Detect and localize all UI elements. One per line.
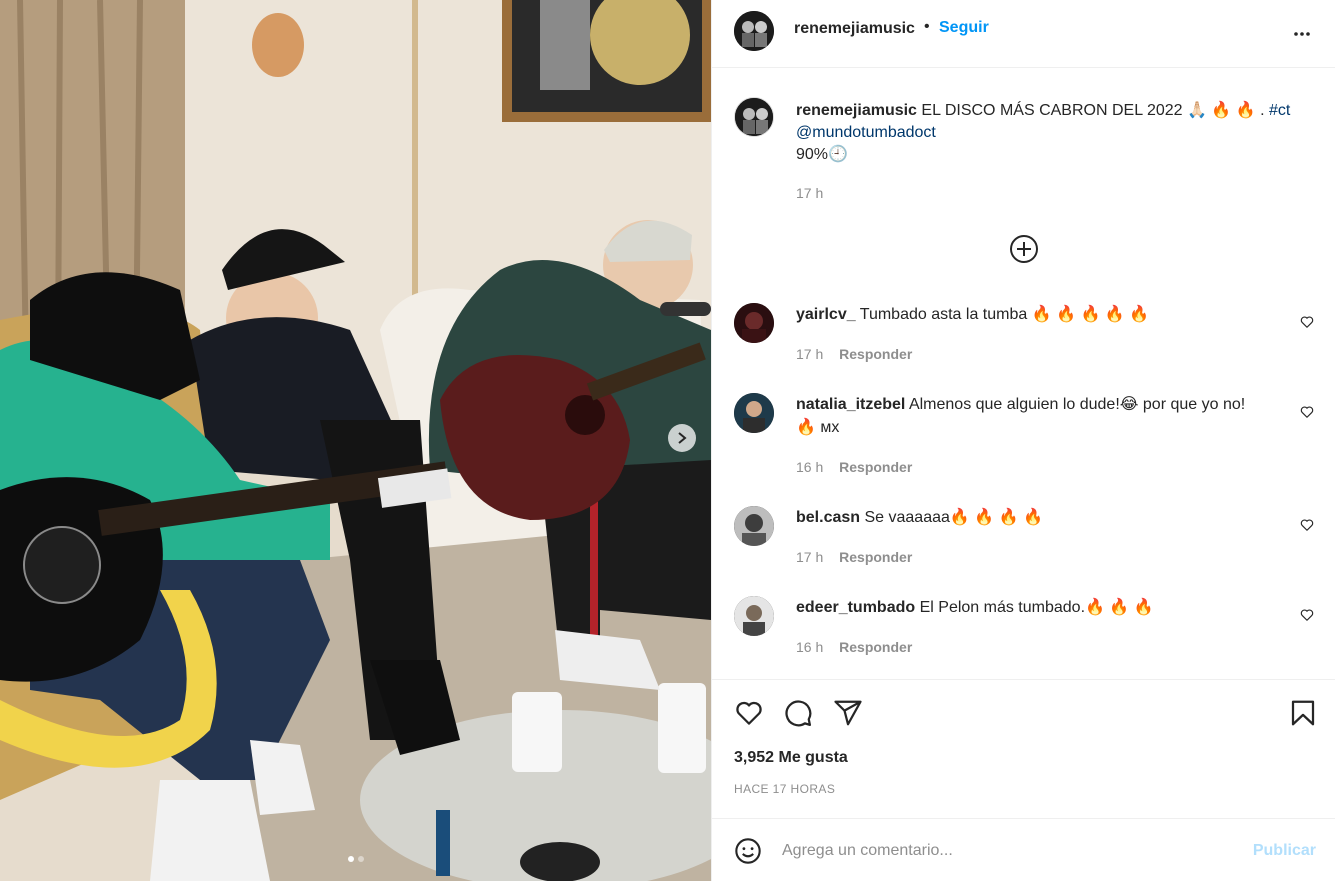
avatar-image: [734, 11, 774, 51]
comment-body: El Pelon más tumbado.🔥 🔥 🔥: [919, 599, 1154, 616]
comment-body: Se vaaaaaa🔥 🔥 🔥 🔥: [864, 509, 1043, 526]
comment-meta: 17 h Responder: [796, 346, 912, 362]
plus-circle-icon[interactable]: [1009, 234, 1039, 264]
post-timestamp: HACE 17 HORAS: [734, 782, 836, 796]
caption-time: 17 h: [796, 185, 824, 201]
separator-dot: •: [924, 18, 930, 35]
commenter-username[interactable]: natalia_itzebel: [796, 396, 905, 413]
add-comment-bar: Publicar: [712, 818, 1335, 881]
heart-icon[interactable]: [1300, 518, 1314, 532]
caption-avatar[interactable]: [734, 97, 774, 137]
more-horizontal-icon[interactable]: [1290, 22, 1314, 46]
comment-text: bel.casn Se vaaaaaa🔥 🔥 🔥 🔥: [796, 506, 1256, 529]
carousel-dot: [357, 856, 364, 862]
chevron-right-icon: [678, 432, 687, 444]
commenter-username[interactable]: bel.casn: [796, 509, 860, 526]
post-header: renemejiamusic • Seguir: [712, 0, 1335, 68]
carousel-dot: [347, 856, 354, 862]
like-heart-icon[interactable]: [734, 698, 764, 728]
avatar-image: [734, 596, 774, 636]
carousel-next-button[interactable]: [668, 424, 696, 452]
likes-count[interactable]: 3,952 Me gusta: [734, 749, 848, 767]
post-details-panel: renemejiamusic • Seguir renemejiamusic E…: [711, 0, 1335, 881]
caption-line3: 90%🕘: [796, 146, 848, 163]
heart-icon[interactable]: [1300, 405, 1314, 419]
reply-button[interactable]: Responder: [839, 346, 912, 362]
caption-body: EL DISCO MÁS CABRON DEL 2022 🙏🏻 🔥 🔥 .: [921, 102, 1265, 119]
comment-text: yairlcv_ Tumbado asta la tumba 🔥 🔥 🔥 🔥 🔥: [796, 303, 1256, 326]
post-photo[interactable]: [0, 0, 711, 881]
follow-button[interactable]: Seguir: [939, 19, 989, 37]
carousel-indicator: [0, 856, 711, 862]
comment-time: 16 h: [796, 639, 824, 655]
commenter-avatar[interactable]: [734, 393, 774, 433]
publish-button[interactable]: Publicar: [1253, 842, 1316, 860]
comment-time: 17 h: [796, 346, 824, 362]
share-send-icon[interactable]: [833, 698, 863, 728]
author-username[interactable]: renemejiamusic: [794, 20, 915, 38]
commenter-avatar[interactable]: [734, 506, 774, 546]
comment-text: edeer_tumbado El Pelon más tumbado.🔥 🔥 🔥: [796, 596, 1256, 619]
comment-bubble-icon[interactable]: [783, 698, 813, 728]
comment-input[interactable]: [782, 837, 1242, 865]
commenter-username[interactable]: yairlcv_: [796, 306, 856, 323]
author-avatar[interactable]: [734, 11, 774, 51]
commenter-username[interactable]: edeer_tumbado: [796, 599, 915, 616]
comment-meta: 17 h Responder: [796, 549, 912, 565]
reply-button[interactable]: Responder: [839, 549, 912, 565]
bookmark-icon[interactable]: [1288, 698, 1318, 728]
emoji-smile-icon[interactable]: [734, 837, 762, 865]
comment-time: 17 h: [796, 549, 824, 565]
heart-icon[interactable]: [1300, 315, 1314, 329]
comment-meta: 16 h Responder: [796, 459, 912, 475]
heart-icon[interactable]: [1300, 608, 1314, 622]
comment-meta: 16 h Responder: [796, 639, 912, 655]
comment-body: Tumbado asta la tumba 🔥 🔥 🔥 🔥 🔥: [859, 306, 1150, 323]
comment-text: natalia_itzebel Almenos que alguien lo d…: [796, 393, 1256, 439]
comment-time: 16 h: [796, 459, 824, 475]
reply-button[interactable]: Responder: [839, 459, 912, 475]
caption-hashtag[interactable]: #ct: [1269, 102, 1290, 119]
caption-text: renemejiamusic EL DISCO MÁS CABRON DEL 2…: [796, 100, 1316, 166]
commenter-avatar[interactable]: [734, 303, 774, 343]
avatar-image: [734, 506, 774, 546]
reply-button[interactable]: Responder: [839, 639, 912, 655]
avatar-image: [734, 303, 774, 343]
caption-mention[interactable]: @mundotumbadoct: [796, 124, 936, 141]
commenter-avatar[interactable]: [734, 596, 774, 636]
avatar-image: [734, 393, 774, 433]
caption-username[interactable]: renemejiamusic: [796, 102, 917, 119]
avatar-image: [735, 98, 773, 136]
post-image: [0, 0, 711, 881]
